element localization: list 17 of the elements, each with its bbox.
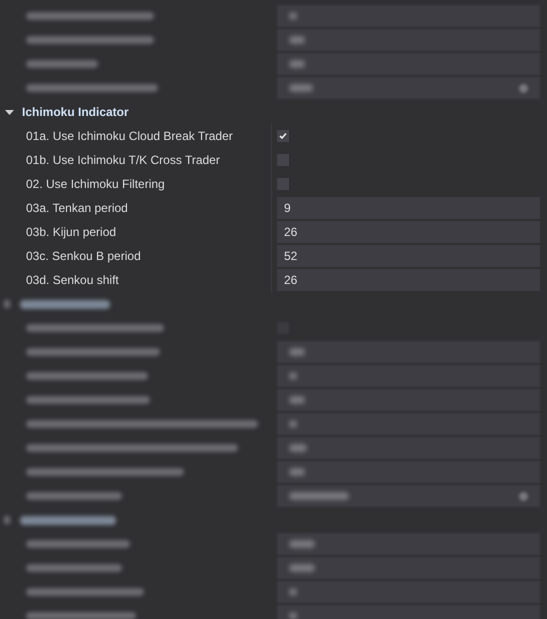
setting-label: 03b. Kijun period [26, 224, 116, 241]
collapse-toggle-icon[interactable] [4, 107, 14, 117]
setting-label: 03a. Tenkan period [26, 200, 128, 217]
setting-label: 03d. Senkou shift [26, 272, 119, 289]
number-field[interactable]: 26 [277, 269, 540, 291]
setting-label: 03c. Senkou B period [26, 248, 141, 265]
setting-label: 01b. Use Ichimoku T/K Cross Trader [26, 152, 220, 169]
number-field[interactable]: 26 [277, 221, 540, 243]
checkbox[interactable] [277, 178, 289, 190]
setting-label: 01a. Use Ichimoku Cloud Break Trader [26, 128, 233, 145]
checkbox[interactable] [277, 130, 289, 142]
number-field[interactable]: 9 [277, 197, 540, 219]
checkbox[interactable] [277, 154, 289, 166]
section-title: Ichimoku Indicator [22, 104, 129, 121]
blurred-label-drawing [26, 60, 98, 68]
setting-label: 02. Use Ichimoku Filtering [26, 176, 165, 193]
number-field[interactable]: 52 [277, 245, 540, 267]
